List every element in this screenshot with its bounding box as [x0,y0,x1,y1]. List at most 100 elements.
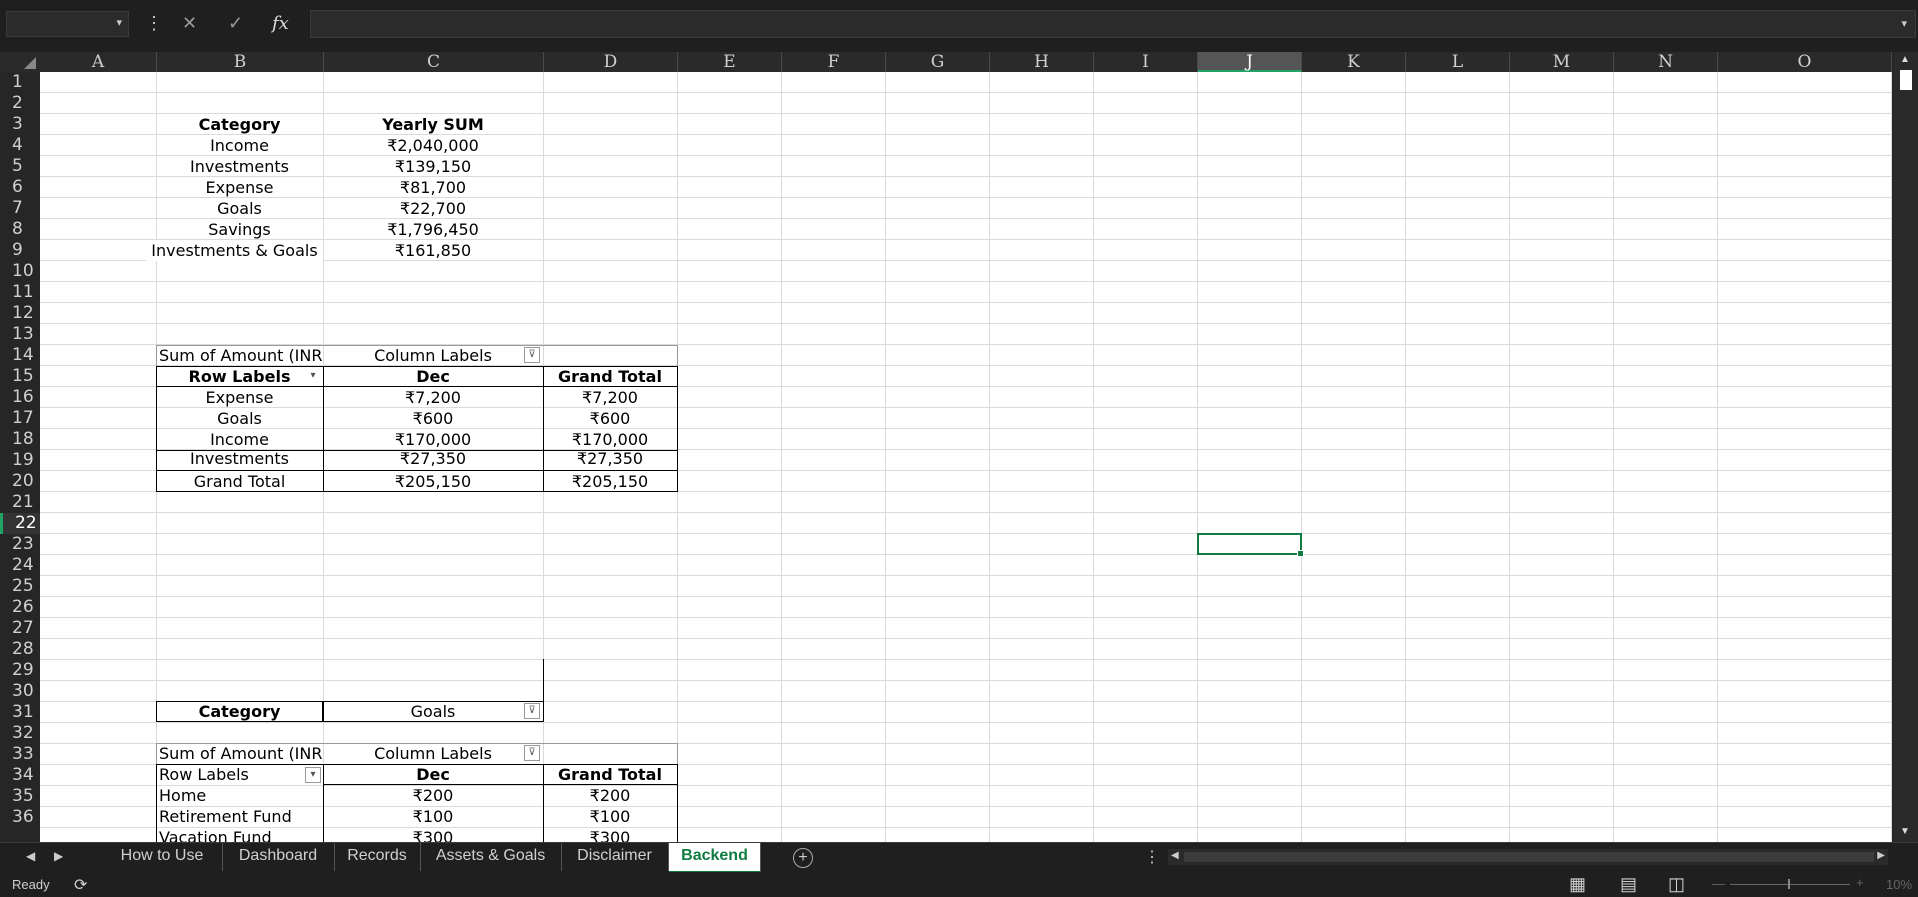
sheet-tab[interactable]: How to Use [102,843,223,871]
zoom-out-icon[interactable]: — [1712,876,1725,891]
pivot1-column-labels[interactable]: Column Labels [323,345,543,366]
pivot1-row-label[interactable]: Income [156,429,323,450]
pivot1-grandtotal-label[interactable]: Grand Total [156,471,323,492]
row-header[interactable]: 23 [0,534,40,555]
page-layout-icon[interactable]: ▤ [1620,874,1637,895]
summary-category[interactable]: Investments & Goals [146,240,323,261]
pivot1-total-value[interactable]: ₹170,000 [543,429,677,450]
pivot1-sum-label[interactable]: Sum of Amount (INR) [156,345,323,366]
row-header[interactable]: 24 [0,555,40,576]
row-header[interactable]: 28 [0,639,40,660]
accessibility-icon[interactable]: ⟳ [74,875,87,895]
row-header[interactable]: 21 [0,492,40,513]
close-icon[interactable]: ✕ [182,13,197,34]
row-header[interactable]: 12 [0,303,40,324]
row-header[interactable]: 34 [0,765,40,786]
pivot2-sum-label[interactable]: Sum of Amount (INR) [156,743,323,764]
column-header[interactable]: H [990,52,1094,72]
zoom-slider[interactable] [1730,884,1850,885]
row-header[interactable]: 29 [0,660,40,681]
pivot1-total-value[interactable]: ₹27,350 [543,450,677,470]
pivot2-total-value[interactable]: ₹200 [543,785,677,806]
pivot1-dec-value[interactable]: ₹27,350 [323,450,543,470]
chevron-left-icon[interactable]: ◀ [26,849,35,863]
pivot2-dec-value[interactable]: ₹200 [323,785,543,806]
summary-value[interactable]: ₹81,700 [323,177,543,198]
row-header[interactable]: 27 [0,618,40,639]
formula-input[interactable]: ▾ [310,10,1916,38]
pivot1-dec-value[interactable]: ₹170,000 [323,429,543,450]
zoom-in-icon[interactable]: + [1856,875,1864,890]
pivot1-month[interactable]: Dec [323,366,543,387]
sheet-tab-active[interactable]: Backend [669,843,761,873]
row-header[interactable]: 5 [0,156,40,177]
pivot1-total-value[interactable]: ₹7,200 [543,387,677,408]
scroll-left-icon[interactable]: ◀ [1171,850,1179,861]
row-header[interactable]: 30 [0,681,40,702]
pivot2-column-labels[interactable]: Column Labels [323,743,543,764]
sheet-tab[interactable]: Dashboard [222,843,335,871]
row-header[interactable]: 7 [0,198,40,219]
row-header[interactable]: 19 [0,450,40,471]
row-header[interactable]: 32 [0,723,40,744]
column-header[interactable]: I [1094,52,1198,72]
row-header-selected[interactable]: 22 [0,513,40,534]
column-header[interactable]: D [544,52,678,72]
row-header[interactable]: 4 [0,135,40,156]
vertical-scrollbar[interactable]: ▲ ▼ [1894,52,1918,842]
scroll-thumb[interactable] [1184,852,1874,862]
check-icon[interactable]: ✓ [228,13,243,34]
row-header[interactable]: 18 [0,429,40,450]
row-header[interactable]: 15 [0,366,40,387]
pivot2-row-label[interactable]: Vacation Fund [156,827,323,842]
pivot1-row-label[interactable]: Goals [156,408,323,429]
pivot2-total-value[interactable]: ₹300 [543,827,677,842]
row-header[interactable]: 1 [0,72,40,93]
dropdown-icon[interactable]: ▾ [305,767,321,783]
zoom-level[interactable]: 10% [1886,877,1912,892]
summary-value[interactable]: ₹22,700 [323,198,543,219]
more-options-icon[interactable]: ⋮ [1144,847,1160,867]
summary-value[interactable]: ₹1,796,450 [323,219,543,240]
summary-category[interactable]: Investments [156,156,323,177]
column-header[interactable]: E [678,52,782,72]
summary-category[interactable]: Income [156,135,323,156]
row-header[interactable]: 33 [0,744,40,765]
pivot1-row-label[interactable]: Expense [156,387,323,408]
filter-value[interactable]: Goals [323,701,543,722]
row-header[interactable]: 16 [0,387,40,408]
column-header[interactable]: O [1718,52,1892,72]
column-header[interactable]: A [40,52,157,72]
summary-category[interactable]: Goals [156,198,323,219]
row-header[interactable]: 9 [0,240,40,261]
scroll-up-icon[interactable]: ▲ [1900,54,1910,65]
summary-value[interactable]: ₹2,040,000 [323,135,543,156]
pivot2-month[interactable]: Dec [323,764,543,785]
row-header[interactable]: 36 [0,807,40,828]
horizontal-scrollbar[interactable]: ◀ ▶ [1168,849,1888,865]
sheet-tab[interactable]: Assets & Goals [420,843,562,871]
row-header[interactable]: 25 [0,576,40,597]
row-header[interactable]: 13 [0,324,40,345]
pivot1-row-labels[interactable]: Row Labels [156,366,323,387]
chevron-down-icon[interactable]: ▾ [116,16,122,29]
scroll-right-icon[interactable]: ▶ [1877,850,1885,861]
row-header[interactable]: 11 [0,282,40,303]
filter-icon[interactable]: ⊽ [524,703,540,719]
column-header[interactable]: B [157,52,324,72]
summary-value[interactable]: ₹161,850 [323,240,543,261]
fx-icon[interactable]: fx [272,13,289,34]
active-cell[interactable] [1197,533,1304,557]
row-header[interactable]: 17 [0,408,40,429]
row-header[interactable]: 14 [0,345,40,366]
worksheet[interactable]: Category Yearly SUM Income ₹2,040,000 In… [40,72,1892,842]
row-header[interactable]: 3 [0,114,40,135]
row-header[interactable]: 31 [0,702,40,723]
column-header[interactable]: M [1510,52,1614,72]
pivot1-dec-value[interactable]: ₹7,200 [323,387,543,408]
chevron-right-icon[interactable]: ▶ [54,849,63,863]
pivot2-total-value[interactable]: ₹100 [543,806,677,827]
normal-view-icon[interactable]: ▦ [1569,874,1586,895]
row-header[interactable]: 35 [0,786,40,807]
sheet-tab[interactable]: Disclaimer [561,843,669,871]
